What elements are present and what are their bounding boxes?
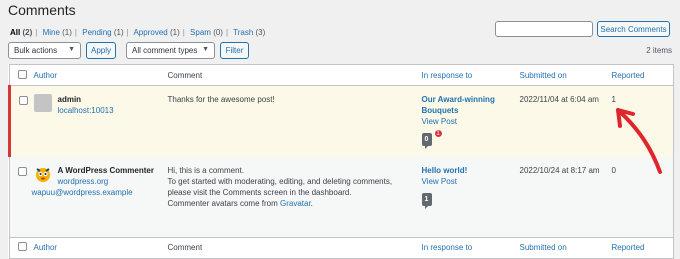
column-author[interactable]: Author (34, 243, 58, 252)
items-count: 2 items (646, 46, 672, 55)
author-url-link[interactable]: localhost:10013 (34, 105, 160, 116)
response-post-link[interactable]: Our Award-winning Bouquets (422, 94, 512, 116)
approved-count-bubble[interactable]: 1 (421, 193, 432, 209)
approved-count-bubble[interactable]: 0 (421, 133, 432, 149)
column-reported[interactable]: Reported (612, 71, 645, 80)
avatar (33, 94, 52, 112)
gravatar-link[interactable]: Gravatar (280, 199, 311, 208)
column-submitted-on[interactable]: Submitted on (520, 71, 567, 80)
row-checkbox[interactable] (19, 96, 28, 105)
pending-count-badge[interactable]: 1 (433, 129, 443, 138)
column-in-response-to[interactable]: In response to (422, 243, 473, 252)
comment-text: Thanks for the awesome post! (167, 95, 275, 104)
column-author[interactable]: Author (34, 71, 58, 80)
filter-approved[interactable]: Approved (1) (133, 28, 179, 37)
author-name: A WordPress Commenter (57, 166, 154, 175)
column-submitted-on[interactable]: Submitted on (520, 243, 567, 252)
submitted-date: 2022/11/04 at 6:04 am (519, 95, 599, 104)
column-in-response-to[interactable]: In response to (422, 71, 473, 80)
submitted-date: 2022/10/24 at 8:17 am (519, 166, 600, 175)
chevron-down-icon: ▼ (68, 46, 75, 53)
filter-mine[interactable]: Mine (1) (43, 28, 72, 37)
filter-trash[interactable]: Trash (3) (233, 28, 265, 37)
column-reported[interactable]: Reported (612, 243, 645, 252)
select-all-checkbox-footer[interactable] (18, 242, 27, 251)
comment-types-select[interactable]: All comment types ▼ (126, 42, 215, 59)
reported-count: 0 (611, 166, 616, 175)
author-name: admin (57, 95, 82, 104)
select-all-checkbox[interactable] (18, 69, 27, 79)
search-comments-button[interactable]: Search Comments (597, 21, 670, 37)
table-row: admin localhost:10013 Thanks for the awe… (8, 85, 674, 157)
column-comment: Comment (167, 70, 203, 80)
filter-spam[interactable]: Spam (0) (190, 28, 223, 37)
chevron-down-icon: ▼ (202, 46, 209, 53)
wapuu-avatar (34, 165, 52, 183)
row-checkbox[interactable] (18, 167, 27, 176)
filter-button[interactable]: Filter (220, 42, 249, 59)
comments-table: Author Comment In response to Submitted … (8, 64, 674, 259)
search-input[interactable] (495, 21, 593, 37)
table-row: A WordPress Commenter wordpress.org wapu… (9, 157, 674, 237)
response-post-link[interactable]: Hello world! (422, 165, 512, 176)
bulk-actions-select[interactable]: Bulk actions ▼ (8, 42, 81, 59)
author-url-link[interactable]: wordpress.org (34, 176, 160, 187)
view-post-link[interactable]: View Post (422, 116, 512, 127)
reported-count: 1 (611, 95, 616, 104)
page-title: Comments (8, 2, 76, 18)
comment-text: Hi, this is a comment. To get started wi… (167, 166, 393, 208)
author-email-link[interactable]: wapuu@wordpress.example (32, 187, 160, 198)
status-filters: All (2) | Mine (1) | Pending (1) | Approved… (10, 28, 266, 37)
filter-pending[interactable]: Pending (1) (82, 28, 123, 37)
column-comment: Comment (167, 243, 203, 252)
apply-button[interactable]: Apply (86, 42, 116, 59)
view-post-link[interactable]: View Post (422, 176, 512, 187)
filter-all[interactable]: All (2) (10, 28, 32, 37)
